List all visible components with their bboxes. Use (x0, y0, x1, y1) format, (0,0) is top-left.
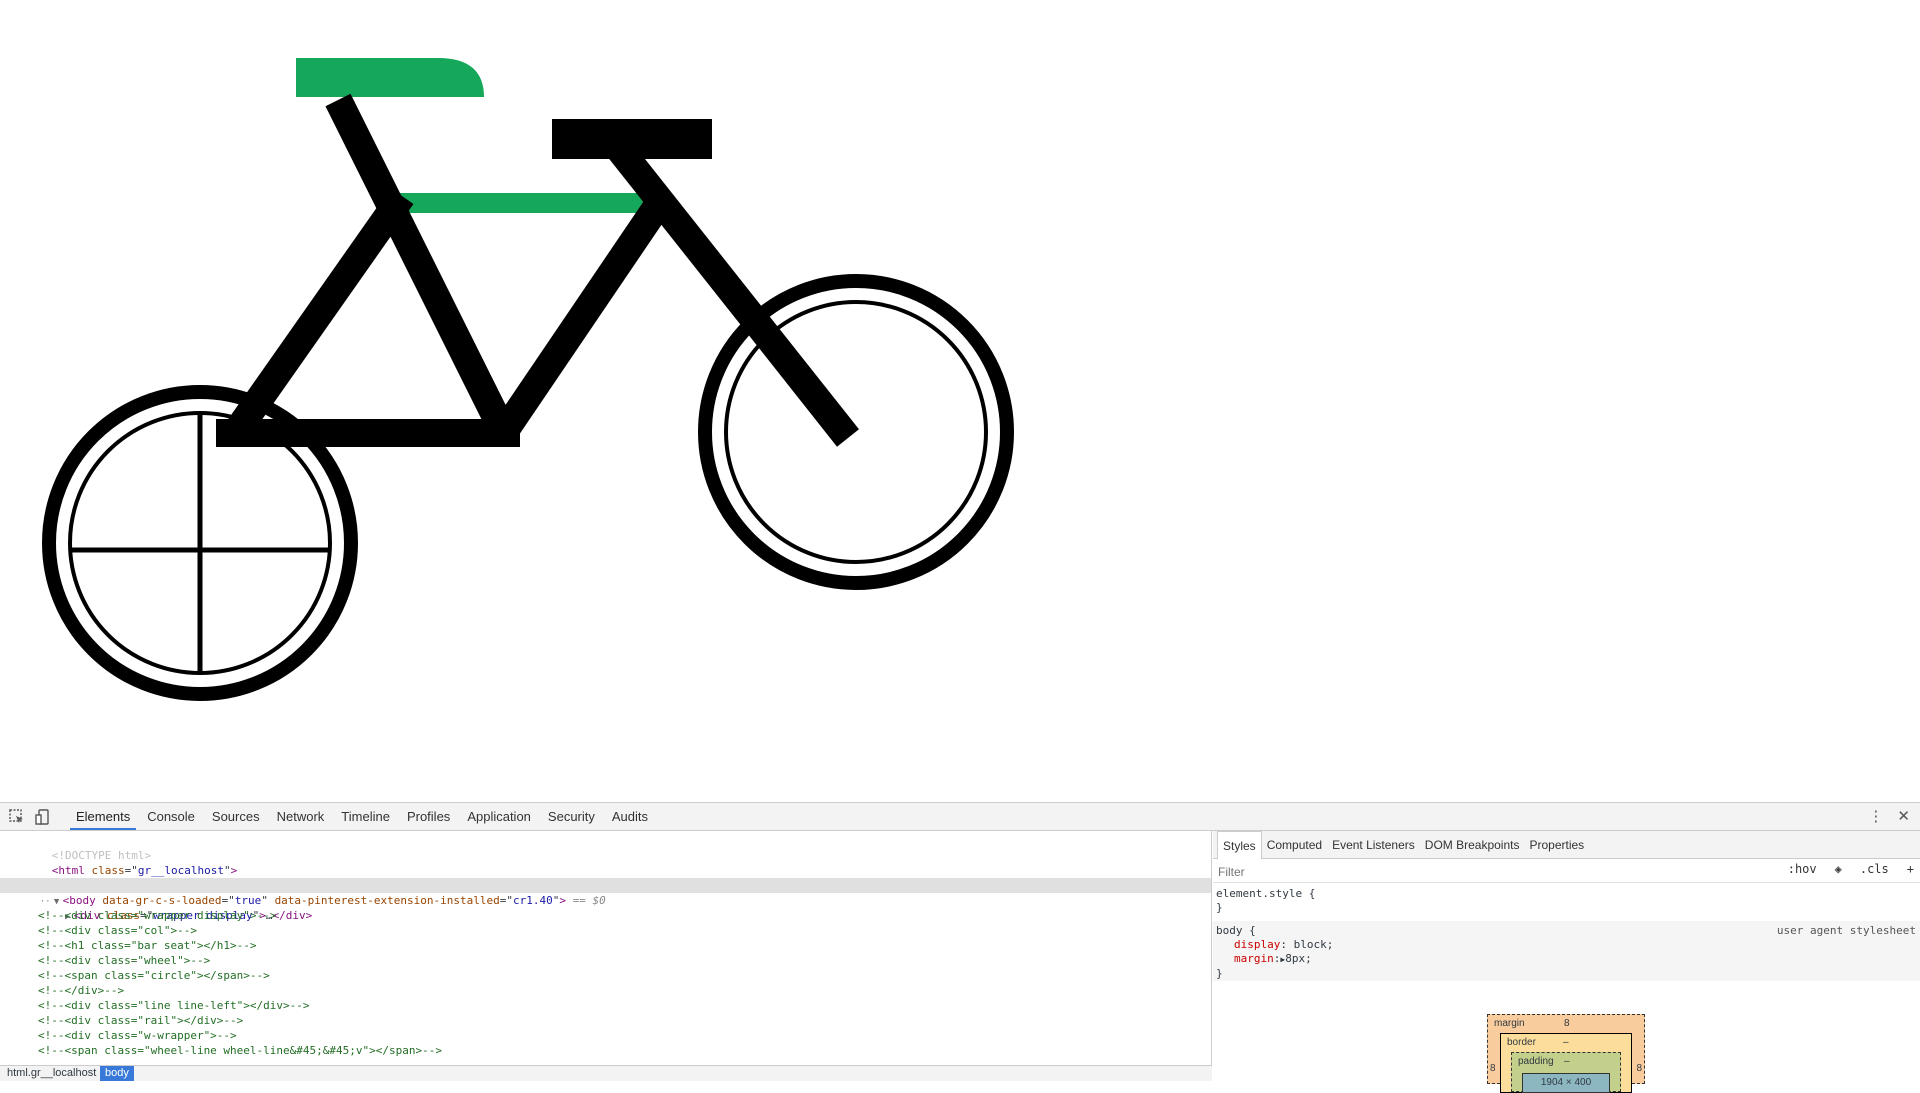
seat-stay (220, 187, 414, 447)
tab-dom-breakpoints[interactable]: DOM Breakpoints (1420, 831, 1525, 858)
border-value: – (1563, 1037, 1569, 1048)
down-tube (488, 197, 670, 446)
devtools-tabs: Elements Console Sources Network Timelin… (70, 803, 659, 831)
tab-security[interactable]: Security (542, 803, 601, 830)
code-line-comment[interactable]: <!--<div class="rail"></div>--> (0, 1013, 1211, 1028)
prop-name: display (1234, 938, 1281, 951)
tab-audits[interactable]: Audits (606, 803, 654, 830)
body-rule-close: } (1216, 967, 1223, 980)
code-line-body[interactable]: ·· ▼ <body data-gr-c-s-loaded="true" data-… (0, 878, 1211, 907)
code-line-comment[interactable]: <!--<div class="line line-left"></div>--… (0, 998, 1211, 1013)
element-style-selector[interactable]: element.style { (1216, 887, 1920, 901)
tab-application[interactable]: Application (461, 803, 537, 830)
page-viewport (0, 0, 1920, 802)
code-line-comment[interactable]: <!--<span class="circle"></span>--> (0, 968, 1211, 983)
sidebar-tabs: Styles Computed Event Listeners DOM Brea… (1213, 831, 1920, 859)
prop-value: block; (1293, 938, 1334, 951)
breadcrumb-body[interactable]: body (100, 1066, 134, 1081)
close-icon[interactable]: ✕ (1897, 807, 1910, 825)
tab-elements[interactable]: Elements (70, 803, 137, 830)
code-line-comment[interactable]: <!--<div class="wheel">--> (0, 953, 1211, 968)
code-line-comment[interactable]: <!--<div class="wrapper display">--> (0, 908, 1211, 923)
prop-value: 8px; (1285, 952, 1312, 965)
code-line-html[interactable]: <html class="gr__localhost"> (0, 848, 1211, 877)
filter-row: :hov ◈ .cls + (1213, 859, 1920, 883)
bike-top-tube (392, 193, 644, 213)
tab-styles[interactable]: Styles (1217, 831, 1262, 859)
more-options-icon[interactable]: ⋮ (1868, 807, 1883, 825)
box-model-border[interactable]: border – padding – 1904 × 400 (1500, 1033, 1632, 1093)
box-model-content[interactable]: 1904 × 400 (1522, 1073, 1610, 1093)
tab-event-listeners[interactable]: Event Listeners (1327, 831, 1420, 858)
code-line-comment[interactable]: <!--<div class="col">--> (0, 923, 1211, 938)
class-toggle[interactable]: .cls (1860, 862, 1889, 876)
code-line-comment[interactable]: <!--</div>--> (0, 983, 1211, 998)
styles-filter-input[interactable] (1216, 863, 1720, 881)
code-line-div-wrapper[interactable]: ▶ <div class="wrapper display">…</div> (0, 893, 1211, 922)
body-rule: body { user agent stylesheet display: bl… (1213, 921, 1920, 981)
prop-display[interactable]: display: block; (1216, 938, 1920, 952)
tab-computed[interactable]: Computed (1262, 831, 1327, 858)
margin-left-value: 8 (1490, 1063, 1496, 1074)
devtools-panel: Elements Console Sources Network Timelin… (0, 802, 1920, 1093)
code-line-head[interactable]: ▶<head>…</head> (0, 863, 1211, 892)
prop-margin[interactable]: margin:▶8px; (1216, 952, 1920, 967)
tab-properties[interactable]: Properties (1524, 831, 1589, 858)
tab-network[interactable]: Network (271, 803, 331, 830)
padding-value: – (1564, 1056, 1570, 1067)
bike-frame (216, 93, 859, 447)
devtools-toolbar: Elements Console Sources Network Timelin… (0, 803, 1920, 831)
border-label: border (1507, 1037, 1536, 1048)
element-style-rule: element.style { } (1213, 887, 1920, 915)
bike-seat (296, 58, 484, 97)
tab-console[interactable]: Console (141, 803, 201, 830)
code-line-comment[interactable]: <!--<div class="w-wrapper">--> (0, 1028, 1211, 1043)
tab-timeline[interactable]: Timeline (335, 803, 396, 830)
box-model-margin[interactable]: margin 8 8 8 border – padding – 1904 × 4… (1487, 1014, 1645, 1093)
padding-label: padding (1518, 1056, 1554, 1067)
devtools-right-icons: ⋮ ✕ (1868, 807, 1910, 825)
box-model-padding[interactable]: padding – 1904 × 400 (1511, 1052, 1621, 1093)
code-line-comment[interactable]: <!--<h1 class="bar seat"></h1>--> (0, 938, 1211, 953)
add-rule-button[interactable]: + (1907, 862, 1914, 876)
code-line-doctype[interactable]: <!DOCTYPE html> (0, 833, 1211, 862)
bicycle-drawing (42, 58, 1014, 701)
code-line-comment[interactable]: <!--<span class="wheel-line wheel-line&#… (0, 1043, 1211, 1058)
filter-tools: :hov ◈ .cls + (1788, 862, 1914, 876)
margin-top-value: 8 (1564, 1018, 1570, 1029)
styles-sidebar: Styles Computed Event Listeners DOM Brea… (1213, 831, 1920, 1093)
inspect-element-icon[interactable] (8, 808, 26, 826)
margin-right-value: 8 (1636, 1063, 1642, 1074)
elements-tree: <!DOCTYPE html> <html class="gr__localho… (0, 831, 1212, 1065)
element-style-close: } (1216, 901, 1223, 914)
tab-profiles[interactable]: Profiles (401, 803, 456, 830)
prop-name: margin (1234, 952, 1274, 965)
rule-source: user agent stylesheet (1776, 924, 1916, 937)
tab-sources[interactable]: Sources (206, 803, 266, 830)
paint-icon[interactable]: ◈ (1835, 862, 1842, 876)
hover-state-toggle[interactable]: :hov (1788, 862, 1817, 876)
breadcrumb: html.gr__localhost body (0, 1065, 1212, 1081)
breadcrumb-html[interactable]: html.gr__localhost (2, 1066, 101, 1081)
device-toggle-icon[interactable] (34, 808, 52, 826)
margin-label: margin (1494, 1018, 1525, 1029)
